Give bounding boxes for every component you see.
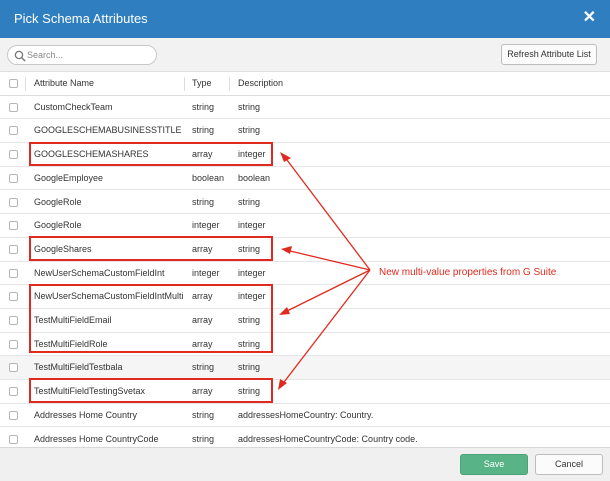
- highlight-box: [29, 236, 273, 261]
- table-row[interactable]: GOOGLESCHEMABUSINESSTITLE string string: [0, 119, 610, 144]
- row-checkbox[interactable]: [9, 410, 18, 420]
- column-divider: [229, 77, 230, 91]
- refresh-attribute-list-button[interactable]: Refresh Attribute List: [501, 44, 597, 65]
- attribute-description-cell: addressesHomeCountry: Country.: [238, 409, 374, 420]
- attribute-description-cell: string: [238, 101, 261, 112]
- row-checkbox[interactable]: [9, 316, 18, 325]
- dialog-titlebar: Pick Schema Attributes ✕: [0, 0, 610, 38]
- attribute-type-cell: string: [192, 101, 215, 112]
- attribute-type-cell: string: [192, 125, 215, 136]
- search-icon: [14, 50, 26, 62]
- column-header-description[interactable]: Description: [238, 72, 283, 96]
- row-checkbox[interactable]: [9, 434, 18, 444]
- search-input[interactable]: [27, 48, 149, 62]
- attribute-name-cell: NewUserSchemaCustomFieldInt: [34, 267, 165, 278]
- attribute-description-cell: integer: [238, 267, 266, 278]
- attribute-type-cell: string: [192, 409, 215, 420]
- attribute-type-cell: boolean: [192, 172, 225, 183]
- attribute-name-cell: CustomCheckTeam: [34, 101, 113, 112]
- table-row[interactable]: GoogleEmployee boolean boolean: [0, 167, 610, 191]
- highlight-box: [29, 284, 273, 353]
- row-checkbox[interactable]: [9, 150, 18, 160]
- attribute-type-cell: integer: [192, 267, 220, 278]
- column-divider: [184, 77, 185, 91]
- attribute-name-cell: GOOGLESCHEMABUSINESSTITLE: [34, 125, 182, 136]
- table-row[interactable]: GoogleRole string string: [0, 191, 610, 215]
- table-row[interactable]: Addresses Home Country string addressesHom…: [0, 404, 610, 428]
- column-divider: [25, 77, 26, 91]
- attribute-name-cell: GoogleRole: [34, 220, 82, 231]
- table-row[interactable]: GoogleRole integer integer: [0, 214, 610, 238]
- toolbar: Refresh Attribute List: [0, 38, 610, 72]
- highlight-box: [29, 142, 273, 166]
- annotation-label: New multi-value properties from G Suite: [379, 267, 557, 278]
- attribute-name-cell: Addresses Home Country: [34, 409, 138, 420]
- dialog-title: Pick Schema Attributes: [14, 11, 148, 26]
- attribute-type-cell: string: [192, 362, 215, 373]
- attribute-description-cell: boolean: [238, 172, 271, 183]
- highlight-box: [29, 378, 273, 403]
- dialog-footer: Save Cancel: [0, 447, 610, 481]
- save-button[interactable]: Save: [460, 454, 528, 475]
- attribute-name-cell: GoogleRole: [34, 196, 82, 207]
- row-checkbox[interactable]: [9, 244, 18, 254]
- search-box[interactable]: [7, 45, 157, 65]
- attribute-description-cell: integer: [238, 220, 266, 231]
- column-header-attribute-name[interactable]: Attribute Name: [34, 72, 94, 96]
- attribute-description-cell: string: [238, 196, 261, 207]
- attribute-description-cell: string: [238, 125, 261, 136]
- attribute-type-cell: integer: [192, 220, 220, 231]
- attribute-name-cell: GoogleEmployee: [34, 172, 104, 183]
- cancel-button[interactable]: Cancel: [535, 454, 603, 475]
- table-row[interactable]: TestMultiFieldTestbala string string: [0, 356, 610, 381]
- row-checkbox[interactable]: [9, 387, 18, 397]
- row-checkbox[interactable]: [9, 197, 18, 207]
- attribute-type-cell: string: [192, 196, 215, 207]
- row-checkbox[interactable]: [9, 221, 18, 231]
- row-checkbox[interactable]: [9, 268, 18, 278]
- row-checkbox[interactable]: [9, 339, 18, 349]
- attribute-description-cell: string: [238, 362, 261, 373]
- table-header-row: Attribute Name Type Description: [0, 72, 610, 96]
- table-row[interactable]: CustomCheckTeam string string: [0, 96, 610, 120]
- row-checkbox[interactable]: [9, 173, 18, 183]
- row-checkbox[interactable]: [9, 363, 18, 373]
- close-icon[interactable]: ✕: [583, 10, 596, 26]
- select-all-checkbox[interactable]: [9, 79, 18, 88]
- row-checkbox[interactable]: [9, 292, 18, 302]
- row-checkbox[interactable]: [9, 126, 18, 136]
- attribute-name-cell: TestMultiFieldTestbala: [34, 362, 123, 373]
- row-checkbox[interactable]: [9, 102, 18, 112]
- column-header-type[interactable]: Type: [192, 72, 212, 96]
